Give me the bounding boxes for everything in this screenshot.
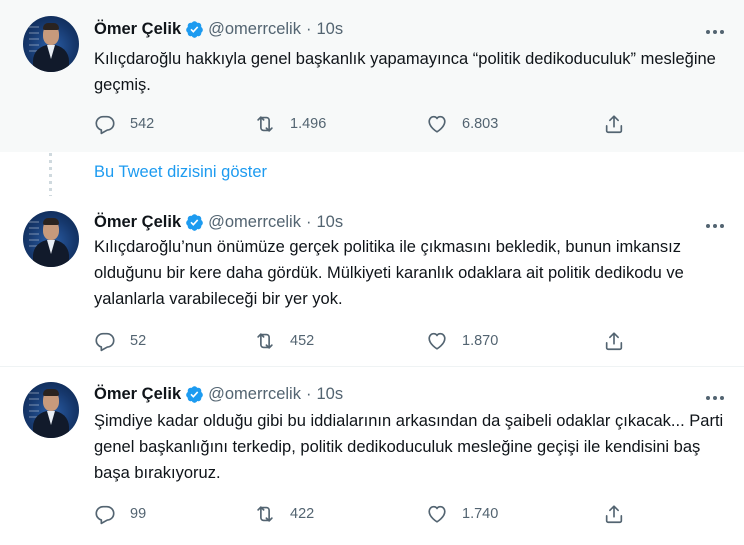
like-icon xyxy=(428,115,446,133)
retweet-button[interactable]: 422 xyxy=(254,503,314,525)
tweet-header: Ömer Çelik @omerrcelik · 10s xyxy=(94,20,343,39)
tweet-header: Ömer Çelik @omerrcelik · 10s xyxy=(94,385,343,404)
retweet-count: 422 xyxy=(290,506,315,522)
reply-button[interactable]: 52 xyxy=(94,330,146,352)
retweet-icon xyxy=(257,116,273,132)
tweet-text: Kılıçdaroğlu’nun önümüze gerçek politika… xyxy=(94,238,684,308)
verified-badge-icon xyxy=(186,386,203,403)
verified-badge-icon xyxy=(186,214,203,231)
separator: · xyxy=(305,20,312,38)
author-name[interactable]: Ömer Çelik xyxy=(94,385,181,404)
tweet-text: Kılıçdaroğlu hakkıyla genel başkanlık ya… xyxy=(94,50,716,94)
share-icon xyxy=(605,505,623,524)
share-icon xyxy=(605,332,623,351)
more-icon[interactable] xyxy=(700,216,730,236)
like-count: 1.870 xyxy=(462,333,499,349)
like-count: 6.803 xyxy=(462,116,499,132)
reply-icon xyxy=(95,505,115,525)
like-icon xyxy=(428,505,446,523)
tweet-actions: 52 452 1.870 xyxy=(94,330,634,354)
avatar[interactable] xyxy=(23,211,79,267)
reply-count: 542 xyxy=(130,116,155,132)
tweet[interactable]: Ömer Çelik @omerrcelik · 10s Kılıçdaroğl… xyxy=(0,196,744,366)
tweet-actions: 542 1.496 6.803 xyxy=(94,113,634,137)
tweet-header: Ömer Çelik @omerrcelik · 10s xyxy=(94,213,343,232)
retweet-button[interactable]: 452 xyxy=(254,330,314,352)
reply-icon xyxy=(95,115,115,135)
tweet[interactable]: Ömer Çelik @omerrcelik · 10s Kılıçdaroğl… xyxy=(0,0,744,152)
reply-button[interactable]: 542 xyxy=(94,113,154,135)
retweet-count: 452 xyxy=(290,333,315,349)
tweet-text: Şimdiye kadar olduğu gibi bu iddialarını… xyxy=(94,412,724,482)
retweet-button[interactable]: 1.496 xyxy=(254,113,326,135)
show-thread-link[interactable]: Bu Tweet dizisini göster xyxy=(94,163,267,182)
like-button[interactable]: 6.803 xyxy=(426,113,498,135)
retweet-icon xyxy=(257,506,273,522)
thread-connector xyxy=(49,153,52,196)
author-name[interactable]: Ömer Çelik xyxy=(94,213,181,232)
avatar[interactable] xyxy=(23,382,79,438)
reply-count: 52 xyxy=(130,333,147,349)
timestamp[interactable]: 10s xyxy=(316,385,343,404)
like-icon xyxy=(428,332,446,350)
author-handle[interactable]: @omerrcelik xyxy=(208,385,301,404)
author-handle[interactable]: @omerrcelik xyxy=(208,213,301,232)
avatar-hair xyxy=(43,218,59,225)
author-handle[interactable]: @omerrcelik xyxy=(208,20,301,39)
avatar-hair xyxy=(43,389,59,396)
reply-button[interactable]: 99 xyxy=(94,503,146,525)
verified-badge-icon xyxy=(186,21,203,38)
avatar[interactable] xyxy=(23,16,79,72)
timestamp[interactable]: 10s xyxy=(316,213,343,232)
timestamp[interactable]: 10s xyxy=(316,20,343,39)
share-button[interactable] xyxy=(603,330,625,352)
author-name[interactable]: Ömer Çelik xyxy=(94,20,181,39)
like-button[interactable]: 1.870 xyxy=(426,330,498,352)
tweet-actions: 99 422 1.740 xyxy=(94,503,634,527)
avatar-hair xyxy=(43,23,59,30)
share-button[interactable] xyxy=(603,503,625,525)
more-icon[interactable] xyxy=(700,22,730,42)
separator: · xyxy=(305,213,312,231)
tweet[interactable]: Ömer Çelik @omerrcelik · 10s Şimdiye kad… xyxy=(0,366,744,545)
more-icon[interactable] xyxy=(700,388,730,408)
separator: · xyxy=(305,385,312,403)
retweet-icon xyxy=(257,333,273,349)
like-button[interactable]: 1.740 xyxy=(426,503,498,525)
reply-icon xyxy=(95,332,115,352)
retweet-count: 1.496 xyxy=(290,116,327,132)
reply-count: 99 xyxy=(130,506,147,522)
like-count: 1.740 xyxy=(462,506,499,522)
share-button[interactable] xyxy=(603,113,625,135)
share-icon xyxy=(605,115,623,134)
